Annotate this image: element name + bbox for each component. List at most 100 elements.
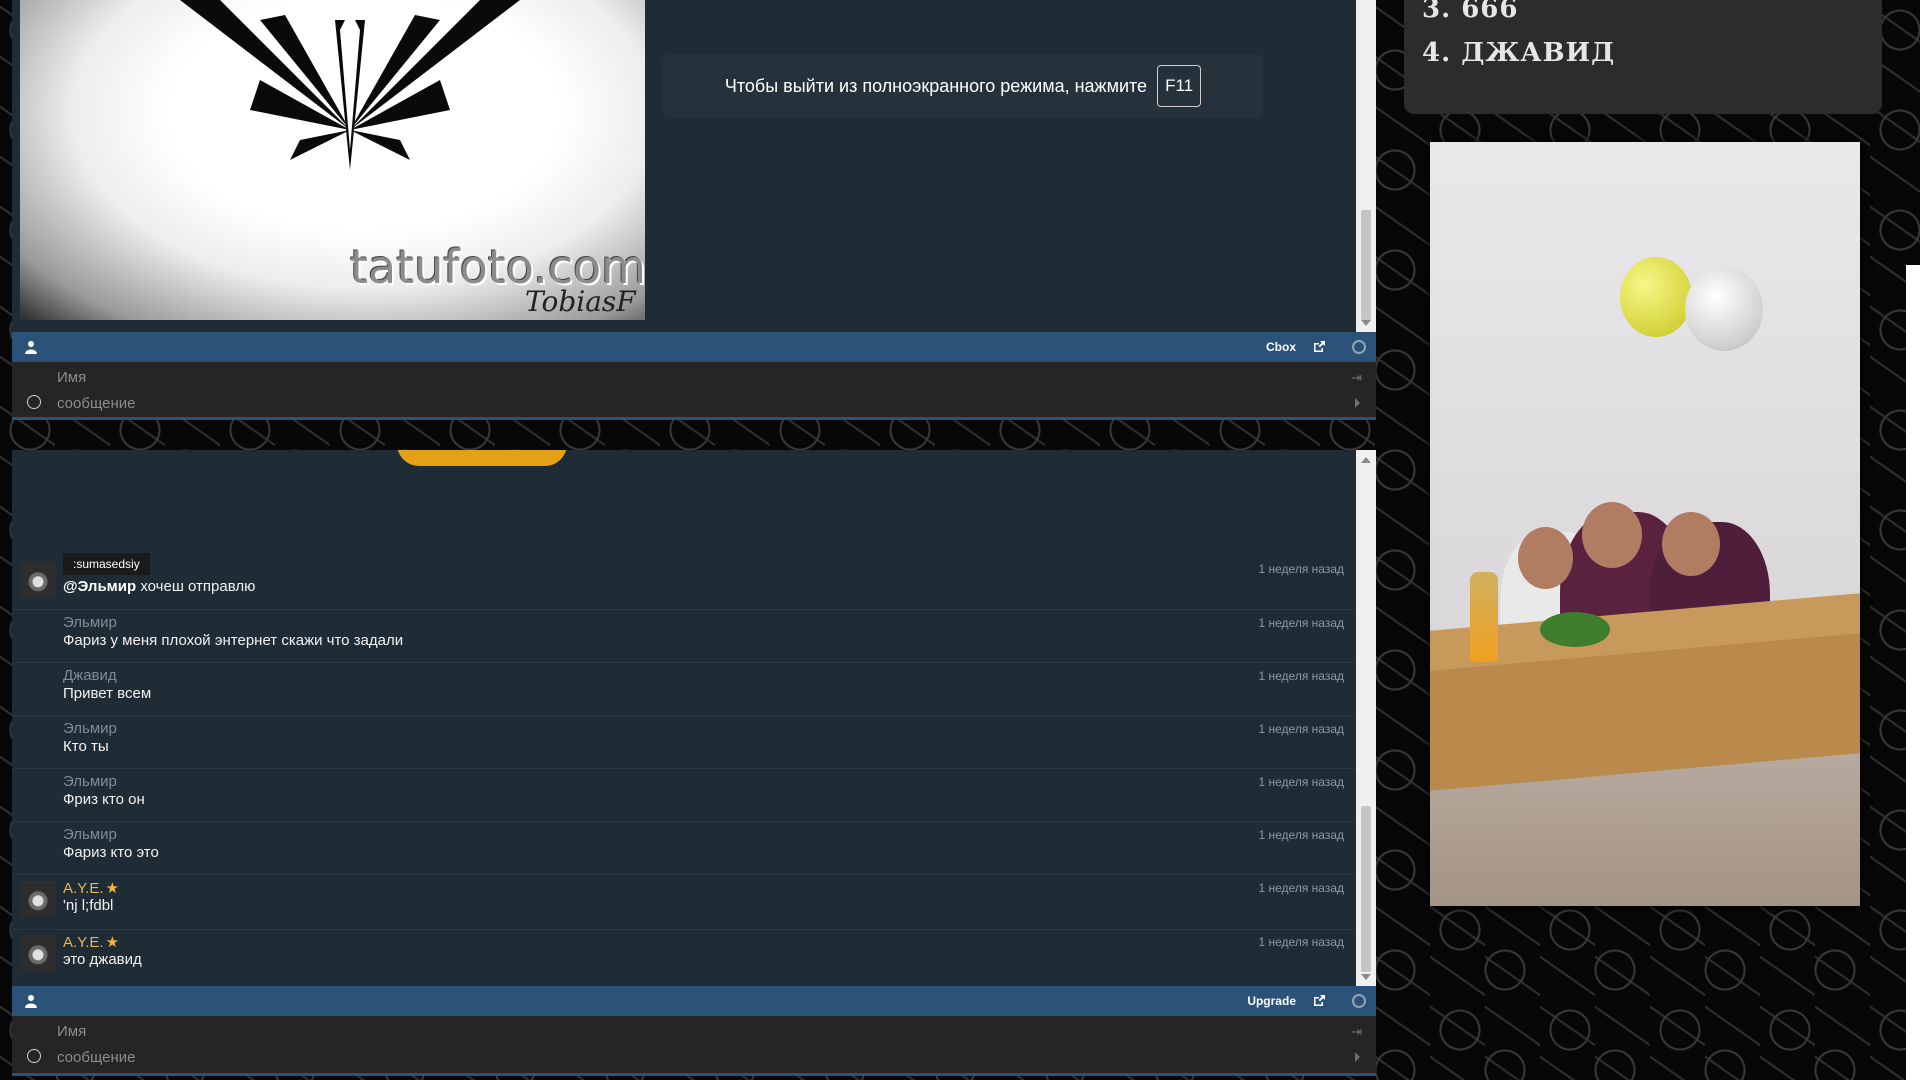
name-input[interactable]	[57, 367, 1336, 387]
message-text: Кто ты	[63, 738, 109, 755]
avatar[interactable]	[20, 562, 56, 598]
mention[interactable]: @Эльмир	[63, 578, 136, 595]
yellow-balloon	[1620, 257, 1692, 337]
message-time: 1 неделя назад	[1258, 881, 1345, 895]
external-link-icon[interactable]	[1312, 994, 1326, 1008]
top-chat-form: ⇥	[12, 362, 1376, 420]
message-username[interactable]: Эльмир	[63, 826, 117, 843]
message-text: Привет всем	[63, 685, 152, 702]
name-input[interactable]	[57, 1021, 1336, 1041]
status-circle-icon[interactable]	[1352, 994, 1366, 1008]
scroll-down-arrow-icon[interactable]	[1361, 974, 1371, 980]
top-chat-scrollbar[interactable]	[1356, 0, 1376, 332]
message-item: A.Y.E. ★ 'nj l;fdbl 1 неделя назад	[12, 877, 1356, 931]
message-time: 1 неделя назад	[1258, 722, 1345, 736]
send-arrow-icon[interactable]	[1355, 398, 1360, 408]
bottom-chat-scrollbar[interactable]	[1356, 450, 1376, 986]
clear-balloon	[1685, 267, 1763, 351]
message-row	[12, 1044, 1376, 1070]
divider	[12, 874, 1356, 875]
message-time: 1 неделя назад	[1258, 935, 1345, 949]
divider	[12, 715, 1356, 716]
tattoo-image: tatufoto.com TobiasF	[20, 0, 645, 320]
bottom-chat-toolbar: Upgrade	[12, 986, 1376, 1016]
page-edge-strip	[1906, 265, 1920, 1080]
message-item: Эльмир Кто ты 1 неделя назад	[12, 718, 1356, 770]
message-item: :sumasedsiy @Эльмир хочеш отправлю 1 нед…	[12, 553, 1356, 612]
message-username[interactable]: Эльмир	[63, 720, 117, 737]
compass-star-graphic	[180, 0, 520, 170]
message-username[interactable]: A.Y.E. ★	[63, 879, 119, 897]
smile-icon[interactable]	[27, 395, 41, 409]
bottom-chatbox: :sumasedsiy @Эльмир хочеш отправлю 1 нед…	[12, 450, 1376, 1076]
message-username[interactable]: Джавид	[63, 667, 117, 684]
message-username[interactable]: Эльмир	[63, 614, 117, 631]
bottom-chat-form: ⇥	[12, 1016, 1376, 1076]
star-icon: ★	[105, 880, 120, 897]
star-icon: ★	[105, 934, 120, 951]
message-text: Фариз кто это	[63, 844, 159, 861]
message-row	[12, 390, 1376, 416]
external-link-icon[interactable]	[1312, 340, 1326, 354]
message-item: Эльмир Фариз у меня плохой энтернет скаж…	[12, 612, 1356, 664]
person-head	[1582, 502, 1642, 568]
scroll-up-arrow-icon[interactable]	[1361, 457, 1371, 463]
divider	[12, 609, 1356, 610]
scroll-thumb[interactable]	[1361, 210, 1371, 320]
message-body: хочеш отправлю	[136, 578, 256, 595]
message-text: Фриз кто он	[63, 791, 145, 808]
send-arrow-icon[interactable]	[1355, 1052, 1360, 1062]
cbox-link[interactable]: Cbox	[1266, 340, 1296, 354]
top-chat-pane: tatufoto.com TobiasF Чтобы выйти из полн…	[12, 0, 1376, 332]
divider	[12, 768, 1356, 769]
party-photo	[1430, 142, 1860, 906]
message-item: A.Y.E. ★ это джавид 1 неделя назад	[12, 931, 1356, 985]
username-label: A.Y.E.	[63, 880, 104, 897]
user-icon[interactable]	[24, 994, 40, 1008]
top-chatbox: tatufoto.com TobiasF Чтобы выйти из полн…	[12, 0, 1376, 420]
avatar[interactable]	[20, 935, 56, 971]
ranking-item: 3. 666	[1422, 0, 1519, 24]
message-time: 1 неделя назад	[1258, 616, 1345, 630]
smile-icon[interactable]	[27, 1049, 41, 1063]
username-tooltip: :sumasedsiy	[63, 553, 150, 575]
divider	[12, 662, 1356, 663]
food-plate	[1540, 612, 1610, 647]
name-row: ⇥	[12, 364, 1376, 390]
message-item: Эльмир Фариз кто это 1 неделя назад	[12, 824, 1356, 876]
signature-text: TobiasF	[525, 285, 636, 318]
login-icon[interactable]: ⇥	[1351, 370, 1362, 386]
scroll-thumb[interactable]	[1361, 806, 1371, 972]
message-input[interactable]	[57, 393, 1336, 413]
message-input[interactable]	[57, 1047, 1336, 1067]
scroll-down-arrow-icon[interactable]	[1361, 320, 1371, 326]
message-text: Фариз у меня плохой энтернет скажи что з…	[63, 632, 404, 649]
divider	[12, 929, 1356, 930]
status-circle-icon[interactable]	[1352, 340, 1366, 354]
bottle	[1470, 572, 1498, 662]
person-head	[1662, 512, 1720, 576]
message-time: 1 неделя назад	[1258, 828, 1345, 842]
message-item: Джавид Привет всем 1 неделя назад	[12, 665, 1356, 717]
message-item: Эльмир Фриз кто он 1 неделя назад	[12, 771, 1356, 823]
fullscreen-notice: Чтобы выйти из полноэкранного режима, на…	[663, 54, 1263, 118]
username-label: A.Y.E.	[63, 934, 104, 951]
upgrade-link[interactable]: Upgrade	[1247, 994, 1296, 1008]
person-head	[1518, 527, 1573, 589]
bottom-chat-pane: :sumasedsiy @Эльмир хочеш отправлю 1 нед…	[12, 450, 1376, 986]
message-username[interactable]: A.Y.E. ★	[63, 933, 119, 951]
message-text: 'nj l;fdbl	[63, 897, 114, 914]
message-username[interactable]: Эльмир	[63, 773, 117, 790]
message-time: 1 неделя назад	[1258, 562, 1345, 576]
message-time: 1 неделя назад	[1258, 775, 1345, 789]
user-icon[interactable]	[24, 340, 40, 354]
message-text: @Эльмир хочеш отправлю	[63, 578, 255, 595]
banana-emoji-fragment	[397, 450, 567, 466]
avatar[interactable]	[20, 881, 56, 917]
f11-key-badge: F11	[1157, 65, 1202, 107]
ranking-item: 4. ДЖАВИД	[1422, 38, 1616, 68]
login-icon[interactable]: ⇥	[1351, 1024, 1362, 1040]
fullscreen-notice-text: Чтобы выйти из полноэкранного режима, на…	[724, 75, 1148, 96]
message-text: это джавид	[63, 951, 142, 968]
message-time: 1 неделя назад	[1258, 669, 1345, 683]
